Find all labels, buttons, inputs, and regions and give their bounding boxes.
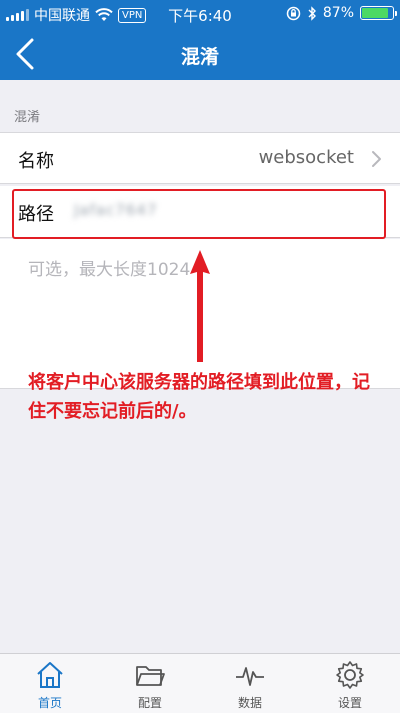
page-title: 混淆 xyxy=(180,46,219,68)
battery-icon xyxy=(360,6,397,20)
folder-icon xyxy=(136,666,165,686)
chevron-right-icon xyxy=(372,151,381,167)
path-hint: 可选，最大长度1024 xyxy=(28,260,191,280)
tab-config-label: 配置 xyxy=(137,696,162,710)
tab-bar: 首页 配置 数据 设置 xyxy=(0,653,400,713)
name-label: 名称 xyxy=(18,151,54,172)
tab-data-label: 数据 xyxy=(237,696,262,710)
home-icon xyxy=(37,662,63,688)
tab-home[interactable]: 首页 xyxy=(0,654,100,713)
status-bar: 中国联通 VPN 下午6:40 87% xyxy=(0,0,400,28)
bluetooth-icon xyxy=(308,5,316,21)
name-row[interactable]: 名称 websocket xyxy=(0,132,400,184)
section-label: 混淆 xyxy=(14,110,41,125)
tab-settings[interactable]: 设置 xyxy=(300,654,400,713)
gear-icon xyxy=(336,661,364,689)
tab-data[interactable]: 数据 xyxy=(200,654,300,713)
path-highlight-box xyxy=(12,189,386,239)
tab-settings-label: 设置 xyxy=(337,696,362,710)
lock-rotation-icon xyxy=(286,6,301,20)
battery-percent: 87% xyxy=(322,5,354,21)
battery-fill xyxy=(362,8,389,18)
name-value: websocket xyxy=(258,147,354,168)
tab-config[interactable]: 配置 xyxy=(100,654,200,713)
annotation-text: 将客户中心该服务器的路径填到此位置，记住不要忘记前后的/。 xyxy=(28,372,370,422)
status-right: 87% xyxy=(286,5,397,21)
tab-home-label: 首页 xyxy=(37,696,62,710)
pulse-icon xyxy=(236,667,264,686)
nav-bar: 混淆 xyxy=(0,28,400,80)
arrow-annotation-icon xyxy=(190,250,210,362)
